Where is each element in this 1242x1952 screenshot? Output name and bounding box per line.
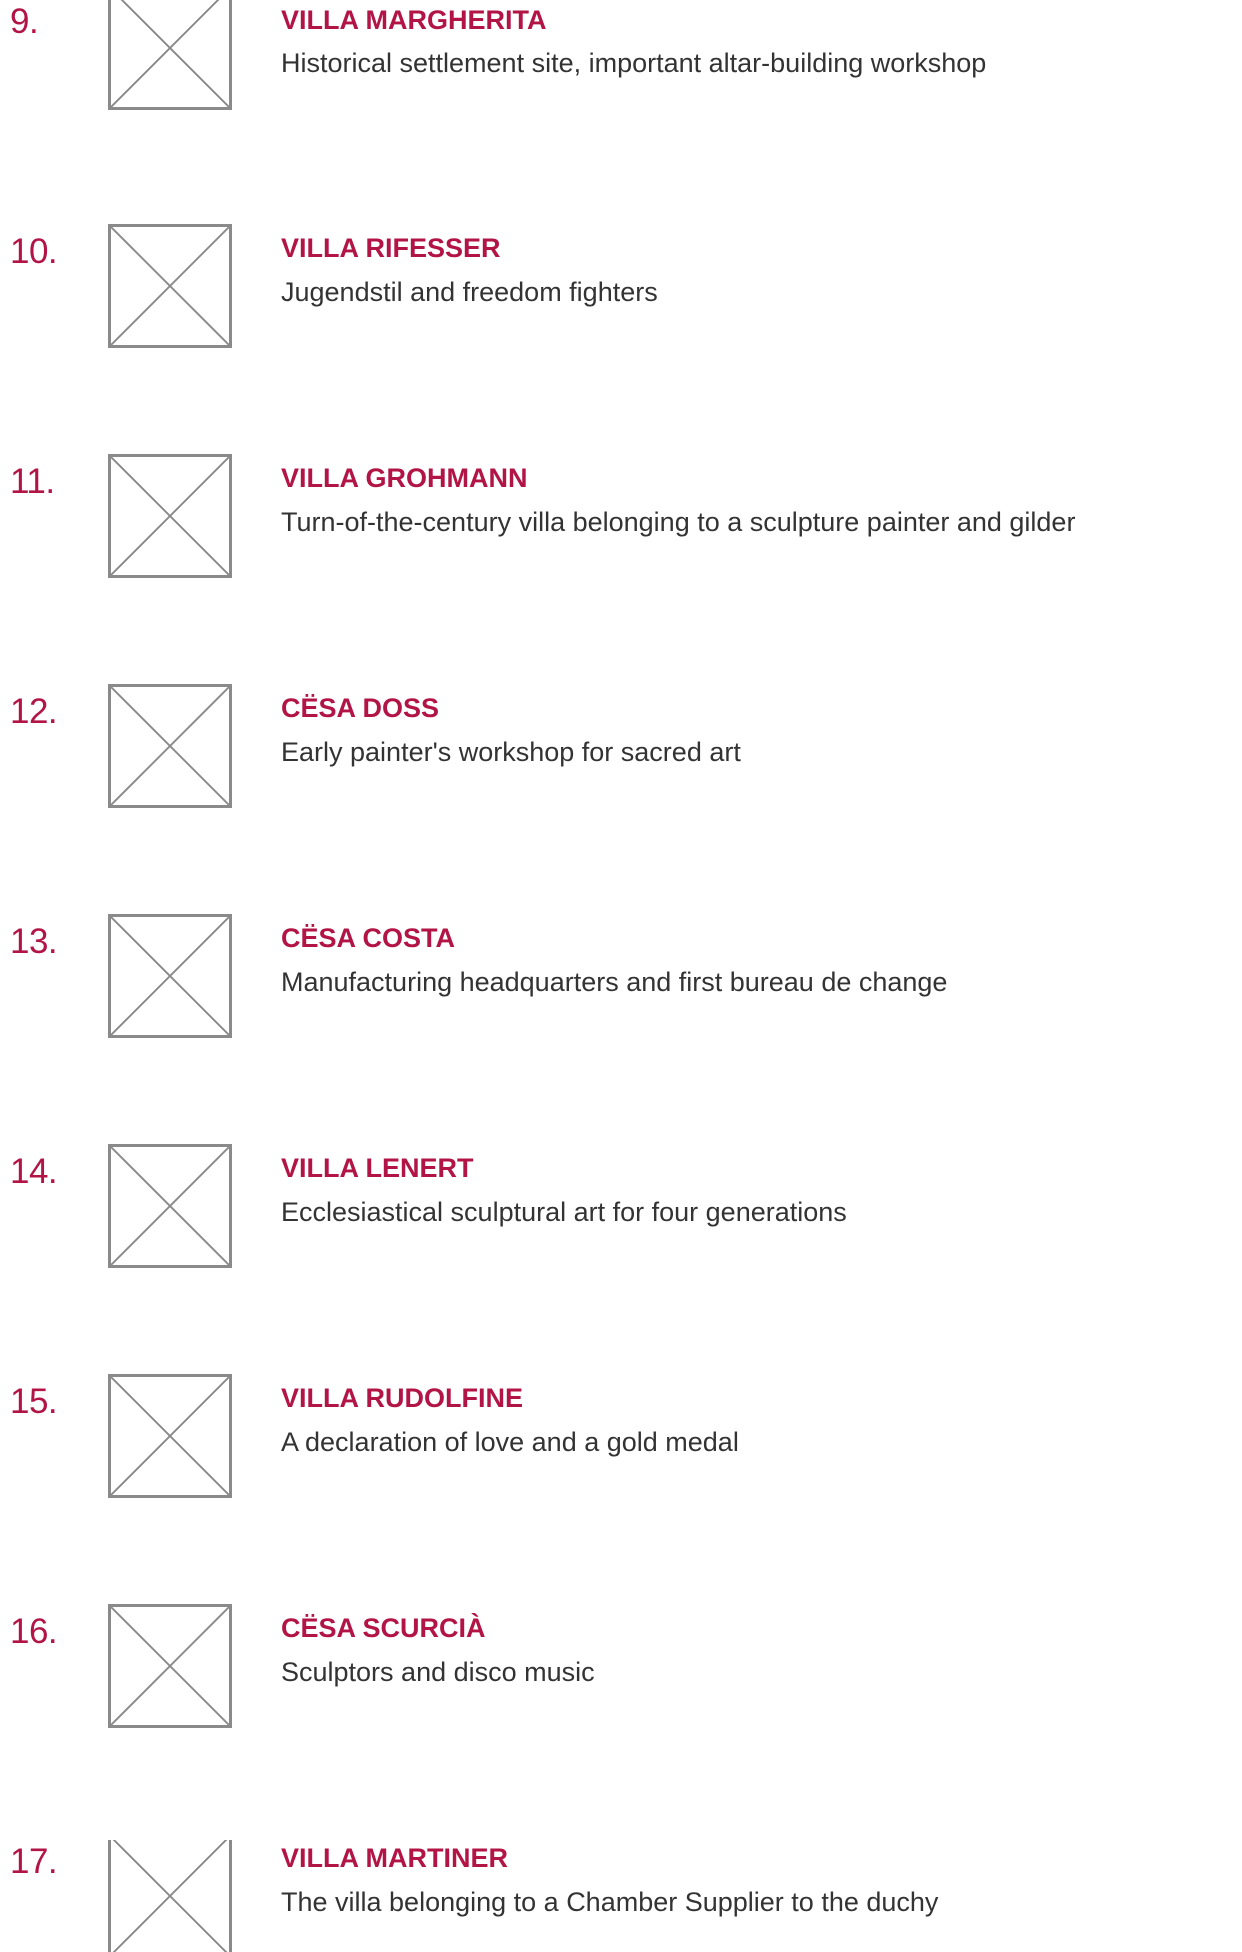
item-description: Early painter's workshop for sacred art <box>281 737 741 767</box>
image-placeholder-icon[interactable] <box>108 1374 232 1498</box>
item-title[interactable]: CËSA DOSS <box>281 690 439 726</box>
image-placeholder-icon[interactable] <box>108 1840 232 1952</box>
item-number: 16. <box>10 1612 58 1651</box>
item-title[interactable]: VILLA GROHMANN <box>281 460 527 496</box>
item-number: 10. <box>10 232 58 271</box>
item-description: Historical settlement site, important al… <box>281 48 987 78</box>
item-title[interactable]: VILLA MARGHERITA <box>281 2 546 38</box>
item-number: 9. <box>10 2 39 41</box>
item-description: The villa belonging to a Chamber Supplie… <box>281 1887 939 1917</box>
item-title[interactable]: CËSA SCURCIÀ <box>281 1610 486 1646</box>
item-number: 14. <box>10 1152 58 1191</box>
item-description: Manufacturing headquarters and first bur… <box>281 967 948 997</box>
list-item[interactable]: 9. VILLA MARGHERITA Historical settlemen… <box>0 0 1242 160</box>
image-placeholder-icon[interactable] <box>108 1604 232 1728</box>
list-item[interactable]: 11. VILLA GROHMANN Turn-of-the-century v… <box>0 454 1242 620</box>
item-description: Turn-of-the-century villa belonging to a… <box>281 507 1076 537</box>
item-number: 13. <box>10 922 58 961</box>
item-title[interactable]: CËSA COSTA <box>281 920 455 956</box>
item-title[interactable]: VILLA RIFESSER <box>281 230 501 266</box>
list-item[interactable]: 10. VILLA RIFESSER Jugendstil and freedo… <box>0 224 1242 390</box>
item-title[interactable]: VILLA LENERT <box>281 1150 474 1186</box>
list-item[interactable]: 12. CËSA DOSS Early painter's workshop f… <box>0 684 1242 850</box>
item-number: 15. <box>10 1382 58 1421</box>
list-item[interactable]: 15. VILLA RUDOLFINE A declaration of lov… <box>0 1374 1242 1540</box>
list-item[interactable]: 17. VILLA MARTINER The villa belonging t… <box>0 1840 1242 1952</box>
item-description: Sculptors and disco music <box>281 1657 595 1687</box>
item-description: Jugendstil and freedom fighters <box>281 277 658 307</box>
list-item[interactable]: 14. VILLA LENERT Ecclesiastical sculptur… <box>0 1144 1242 1310</box>
item-number: 11. <box>10 462 55 501</box>
list-item[interactable]: 16. CËSA SCURCIÀ Sculptors and disco mus… <box>0 1604 1242 1770</box>
item-title[interactable]: VILLA RUDOLFINE <box>281 1380 523 1416</box>
image-placeholder-icon[interactable] <box>108 914 232 1038</box>
item-number: 12. <box>10 692 58 731</box>
item-title[interactable]: VILLA MARTINER <box>281 1840 508 1876</box>
item-description: Ecclesiastical sculptural art for four g… <box>281 1197 847 1227</box>
villa-list: 9. VILLA MARGHERITA Historical settlemen… <box>0 0 1242 1952</box>
list-item[interactable]: 13. CËSA COSTA Manufacturing headquarter… <box>0 914 1242 1080</box>
image-placeholder-icon[interactable] <box>108 684 232 808</box>
image-placeholder-icon[interactable] <box>108 1144 232 1268</box>
image-placeholder-icon[interactable] <box>108 454 232 578</box>
image-placeholder-icon[interactable] <box>108 224 232 348</box>
image-placeholder-icon[interactable] <box>108 0 232 110</box>
item-description: A declaration of love and a gold medal <box>281 1427 739 1457</box>
item-number: 17. <box>10 1842 58 1881</box>
